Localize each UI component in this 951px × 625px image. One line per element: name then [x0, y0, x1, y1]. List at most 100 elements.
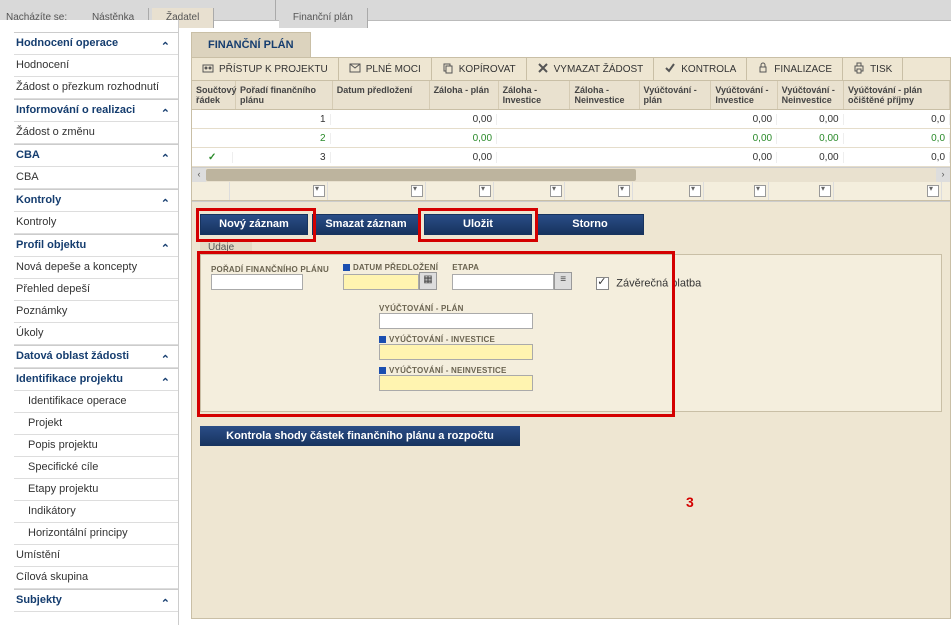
dropdown-icon[interactable] [313, 185, 325, 197]
table-row[interactable]: 10,000,000,000,0 [192, 110, 950, 129]
sidebar-item-10[interactable]: Nová depeše a koncepty [14, 257, 178, 279]
checkbox-zaverecna[interactable] [596, 277, 609, 290]
input-vyuct-neinv[interactable] [379, 375, 533, 391]
filter-cell-3[interactable] [426, 182, 494, 200]
save-button[interactable]: Uložit [424, 214, 532, 235]
breadcrumb-seg-2[interactable] [217, 0, 276, 20]
table-row[interactable]: ✓30,000,000,000,0 [192, 148, 950, 167]
access-icon [202, 62, 214, 77]
cancel-button[interactable]: Storno [536, 214, 644, 235]
sidebar-item-2[interactable]: Žádost o přezkum rozhodnutí [14, 77, 178, 99]
sidebar-item-19[interactable]: Specifické cíle [14, 457, 178, 479]
sidebar-item-13[interactable]: Úkoly [14, 323, 178, 345]
col-header-7[interactable]: Vyúčtování - Investice [711, 81, 777, 109]
dropdown-icon[interactable] [618, 185, 630, 197]
cell: 0,00 [428, 152, 497, 163]
dropdown-icon[interactable] [550, 185, 562, 197]
filter-cell-2[interactable] [328, 182, 426, 200]
filter-cell-9[interactable] [834, 182, 942, 200]
calendar-icon[interactable]: ▦ [419, 272, 437, 290]
col-header-6[interactable]: Vyúčtování - plán [640, 81, 712, 109]
input-etapa[interactable] [452, 274, 554, 290]
toolbar-lock[interactable]: FINALIZACE [747, 58, 843, 80]
sidebar-item-9[interactable]: Profil objektu⌃ [14, 234, 178, 257]
toolbar-access[interactable]: PŘÍSTUP K PROJEKTU [192, 58, 339, 80]
sidebar-item-1[interactable]: Hodnocení [14, 55, 178, 77]
sidebar-item-17[interactable]: Projekt [14, 413, 178, 435]
toolbar-mail[interactable]: PLNÉ MOCI [339, 58, 432, 80]
sidebar-item-0[interactable]: Hodnocení operace⌃ [14, 32, 178, 55]
sidebar-item-8[interactable]: Kontroly [14, 212, 178, 234]
cell: 0,0 [844, 152, 950, 163]
callout-3: 3 [686, 494, 694, 510]
cell: 0,00 [428, 133, 497, 144]
filter-cell-6[interactable] [633, 182, 704, 200]
check-amounts-button[interactable]: Kontrola shody částek finančního plánu a… [200, 426, 520, 446]
dropdown-icon[interactable] [819, 185, 831, 197]
select-icon[interactable]: ≡ [554, 272, 572, 290]
table-row[interactable]: 20,000,000,000,0 [192, 129, 950, 148]
toolbar-label: TISK [870, 64, 892, 75]
cell: 0,00 [777, 152, 844, 163]
sidebar-item-7[interactable]: Kontroly⌃ [14, 189, 178, 212]
filter-cell-1[interactable] [230, 182, 328, 200]
dropdown-icon[interactable] [754, 185, 766, 197]
sidebar-item-16[interactable]: Identifikace operace [14, 391, 178, 413]
sidebar-item-22[interactable]: Horizontální principy [14, 523, 178, 545]
sidebar-item-11[interactable]: Přehled depeší [14, 279, 178, 301]
dropdown-icon[interactable] [927, 185, 939, 197]
cell: 0,00 [711, 152, 778, 163]
panel-title: FINANČNÍ PLÁN [191, 32, 311, 57]
sidebar-item-21[interactable]: Indikátory [14, 501, 178, 523]
sidebar-item-20[interactable]: Etapy projektu [14, 479, 178, 501]
sidebar-item-18[interactable]: Popis projektu [14, 435, 178, 457]
sidebar-item-23[interactable]: Umístění [14, 545, 178, 567]
delete-icon [537, 62, 549, 77]
scroll-right-icon[interactable]: › [936, 168, 950, 182]
scroll-thumb[interactable] [206, 169, 636, 181]
dropdown-icon[interactable] [411, 185, 423, 197]
sidebar-item-12[interactable]: Poznámky [14, 301, 178, 323]
col-header-9[interactable]: Vyúčtování - plán očištěné příjmy [844, 81, 950, 109]
toolbar-delete[interactable]: VYMAZAT ŽÁDOST [527, 58, 655, 80]
toolbar-check[interactable]: KONTROLA [654, 58, 747, 80]
sidebar-item-15[interactable]: Identifikace projektu⌃ [14, 368, 178, 391]
dropdown-icon[interactable] [689, 185, 701, 197]
input-datum[interactable] [343, 274, 419, 290]
col-header-4[interactable]: Záloha - Investice [499, 81, 571, 109]
grid-filters [192, 182, 950, 201]
filter-cell-4[interactable] [494, 182, 565, 200]
form-tab[interactable]: Údaje [200, 241, 252, 254]
sidebar-item-6[interactable]: CBA [14, 167, 178, 189]
filter-cell-8[interactable] [769, 182, 834, 200]
new-record-button[interactable]: Nový záznam [200, 214, 308, 235]
toolbar-label: PLNÉ MOCI [366, 64, 421, 75]
col-header-2[interactable]: Datum předložení [333, 81, 430, 109]
sidebar-item-3[interactable]: Informování o realizaci⌃ [14, 99, 178, 122]
input-vyuct-inv[interactable] [379, 344, 533, 360]
grid-hscroll[interactable]: ‹ › [192, 167, 950, 182]
toolbar-print[interactable]: TISK [843, 58, 903, 80]
breadcrumb: Nacházíte se: Nástěnka Žadatel Finanční … [0, 0, 951, 21]
filter-cell-5[interactable] [565, 182, 633, 200]
toolbar: PŘÍSTUP K PROJEKTU PLNÉ MOCI KOPÍROVATVYMA… [192, 58, 950, 81]
input-poradi[interactable] [211, 274, 303, 290]
input-vyuct-plan[interactable] [379, 313, 533, 329]
col-header-1[interactable]: Pořadí finančního plánu [236, 81, 333, 109]
col-header-0[interactable]: Součtový řádek [192, 81, 236, 109]
sidebar-item-5[interactable]: CBA⌃ [14, 144, 178, 167]
col-header-5[interactable]: Záloha - Neinvestice [570, 81, 639, 109]
col-header-3[interactable]: Záloha - plán [430, 81, 499, 109]
filter-cell-7[interactable] [704, 182, 769, 200]
sidebar-item-25[interactable]: Subjekty⌃ [14, 589, 178, 612]
sidebar-item-24[interactable]: Cílová skupina [14, 567, 178, 589]
filter-cell-0[interactable] [192, 182, 230, 200]
sidebar-item-14[interactable]: Datová oblast žádosti⌃ [14, 345, 178, 368]
delete-record-button[interactable]: Smazat záznam [312, 214, 420, 235]
col-header-8[interactable]: Vyúčtování - Neinvestice [778, 81, 844, 109]
sidebar-item-4[interactable]: Žádost o změnu [14, 122, 178, 144]
dropdown-icon[interactable] [479, 185, 491, 197]
scroll-left-icon[interactable]: ‹ [192, 168, 206, 182]
toolbar-copy[interactable]: KOPÍROVAT [432, 58, 527, 80]
toolbar-label: KONTROLA [681, 64, 736, 75]
